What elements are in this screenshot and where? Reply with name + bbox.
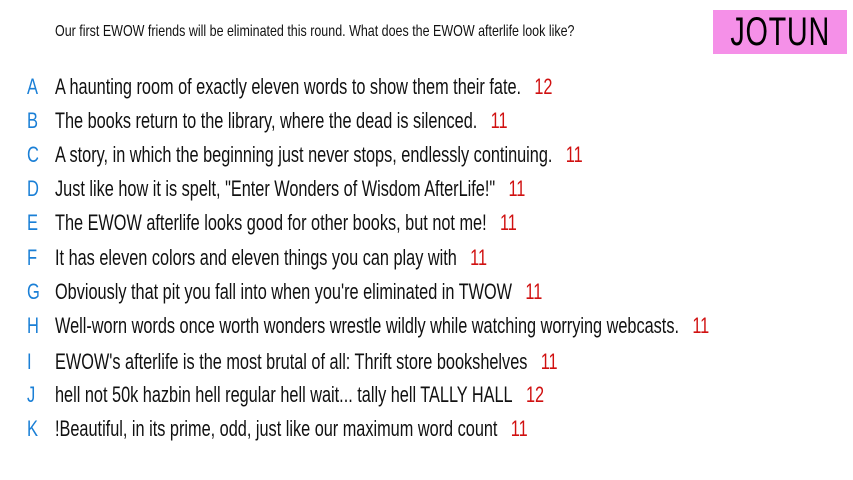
word-count: 11 xyxy=(525,279,543,304)
response-row: J hell not 50k hazbin hell regular hell … xyxy=(0,381,853,409)
response-text: Obviously that pit you fall into when yo… xyxy=(55,279,513,304)
word-count: 11 xyxy=(490,108,508,133)
response-letter: E xyxy=(27,210,39,235)
response-letter: F xyxy=(27,245,38,270)
badge-label: JOTUN xyxy=(730,9,830,54)
response-line: EWOW's afterlife is the most brutal of a… xyxy=(55,348,558,376)
response-text: !Beautiful, in its prime, odd, just like… xyxy=(55,416,498,441)
response-text: hell not 50k hazbin hell regular hell wa… xyxy=(55,382,513,407)
response-line: A story, in which the beginning just nev… xyxy=(55,141,583,169)
word-count: 11 xyxy=(510,416,528,441)
response-line: Obviously that pit you fall into when yo… xyxy=(55,278,542,306)
response-text: A story, in which the beginning just nev… xyxy=(55,142,553,167)
response-line: The EWOW afterlife looks good for other … xyxy=(55,209,517,237)
word-count: 11 xyxy=(540,349,558,374)
response-letter: A xyxy=(27,74,39,99)
response-text: The books return to the library, where t… xyxy=(55,108,478,133)
word-count: 12 xyxy=(534,74,553,99)
response-row: C A story, in which the beginning just n… xyxy=(0,141,853,169)
response-line: Just like how it is spelt, "Enter Wonder… xyxy=(55,175,525,203)
response-row: H Well-worn words once worth wonders wre… xyxy=(0,312,853,340)
response-letter: G xyxy=(27,279,40,304)
response-text: A haunting room of exactly eleven words … xyxy=(55,74,522,99)
response-row: B The books return to the library, where… xyxy=(0,107,853,135)
response-letter: D xyxy=(27,176,39,201)
response-row: A A haunting room of exactly eleven word… xyxy=(0,73,853,101)
response-letter: H xyxy=(27,313,39,338)
response-letter: K xyxy=(27,416,39,441)
response-line: Well-worn words once worth wonders wrest… xyxy=(55,312,709,340)
response-letter: C xyxy=(27,142,39,167)
response-line: !Beautiful, in its prime, odd, just like… xyxy=(55,415,528,443)
response-text: The EWOW afterlife looks good for other … xyxy=(55,210,487,235)
response-letter: B xyxy=(27,108,39,133)
word-count: 11 xyxy=(508,176,526,201)
response-letter: I xyxy=(27,349,32,374)
response-row: E The EWOW afterlife looks good for othe… xyxy=(0,209,853,237)
response-text: EWOW's afterlife is the most brutal of a… xyxy=(55,349,528,374)
response-text: It has eleven colors and eleven things y… xyxy=(55,245,457,270)
response-line: hell not 50k hazbin hell regular hell wa… xyxy=(55,381,544,409)
response-letter: J xyxy=(27,382,36,407)
response-row: D Just like how it is spelt, "Enter Wond… xyxy=(0,175,853,203)
response-text: Just like how it is spelt, "Enter Wonder… xyxy=(55,176,496,201)
response-line: It has eleven colors and eleven things y… xyxy=(55,244,487,272)
word-count: 11 xyxy=(499,210,517,235)
response-text: Well-worn words once worth wonders wrest… xyxy=(55,313,680,338)
response-row: F It has eleven colors and eleven things… xyxy=(0,244,853,272)
word-count: 11 xyxy=(470,245,488,270)
response-row: G Obviously that pit you fall into when … xyxy=(0,278,853,306)
response-row: K !Beautiful, in its prime, odd, just li… xyxy=(0,415,853,443)
word-count: 11 xyxy=(565,142,583,167)
response-line: The books return to the library, where t… xyxy=(55,107,508,135)
contestant-badge: JOTUN xyxy=(713,10,847,54)
word-count: 12 xyxy=(525,382,545,407)
response-row: I EWOW's afterlife is the most brutal of… xyxy=(0,348,853,376)
prompt-text: Our first EWOW friends will be eliminate… xyxy=(55,23,575,40)
response-line: A haunting room of exactly eleven words … xyxy=(55,73,552,101)
word-count: 11 xyxy=(692,313,710,338)
